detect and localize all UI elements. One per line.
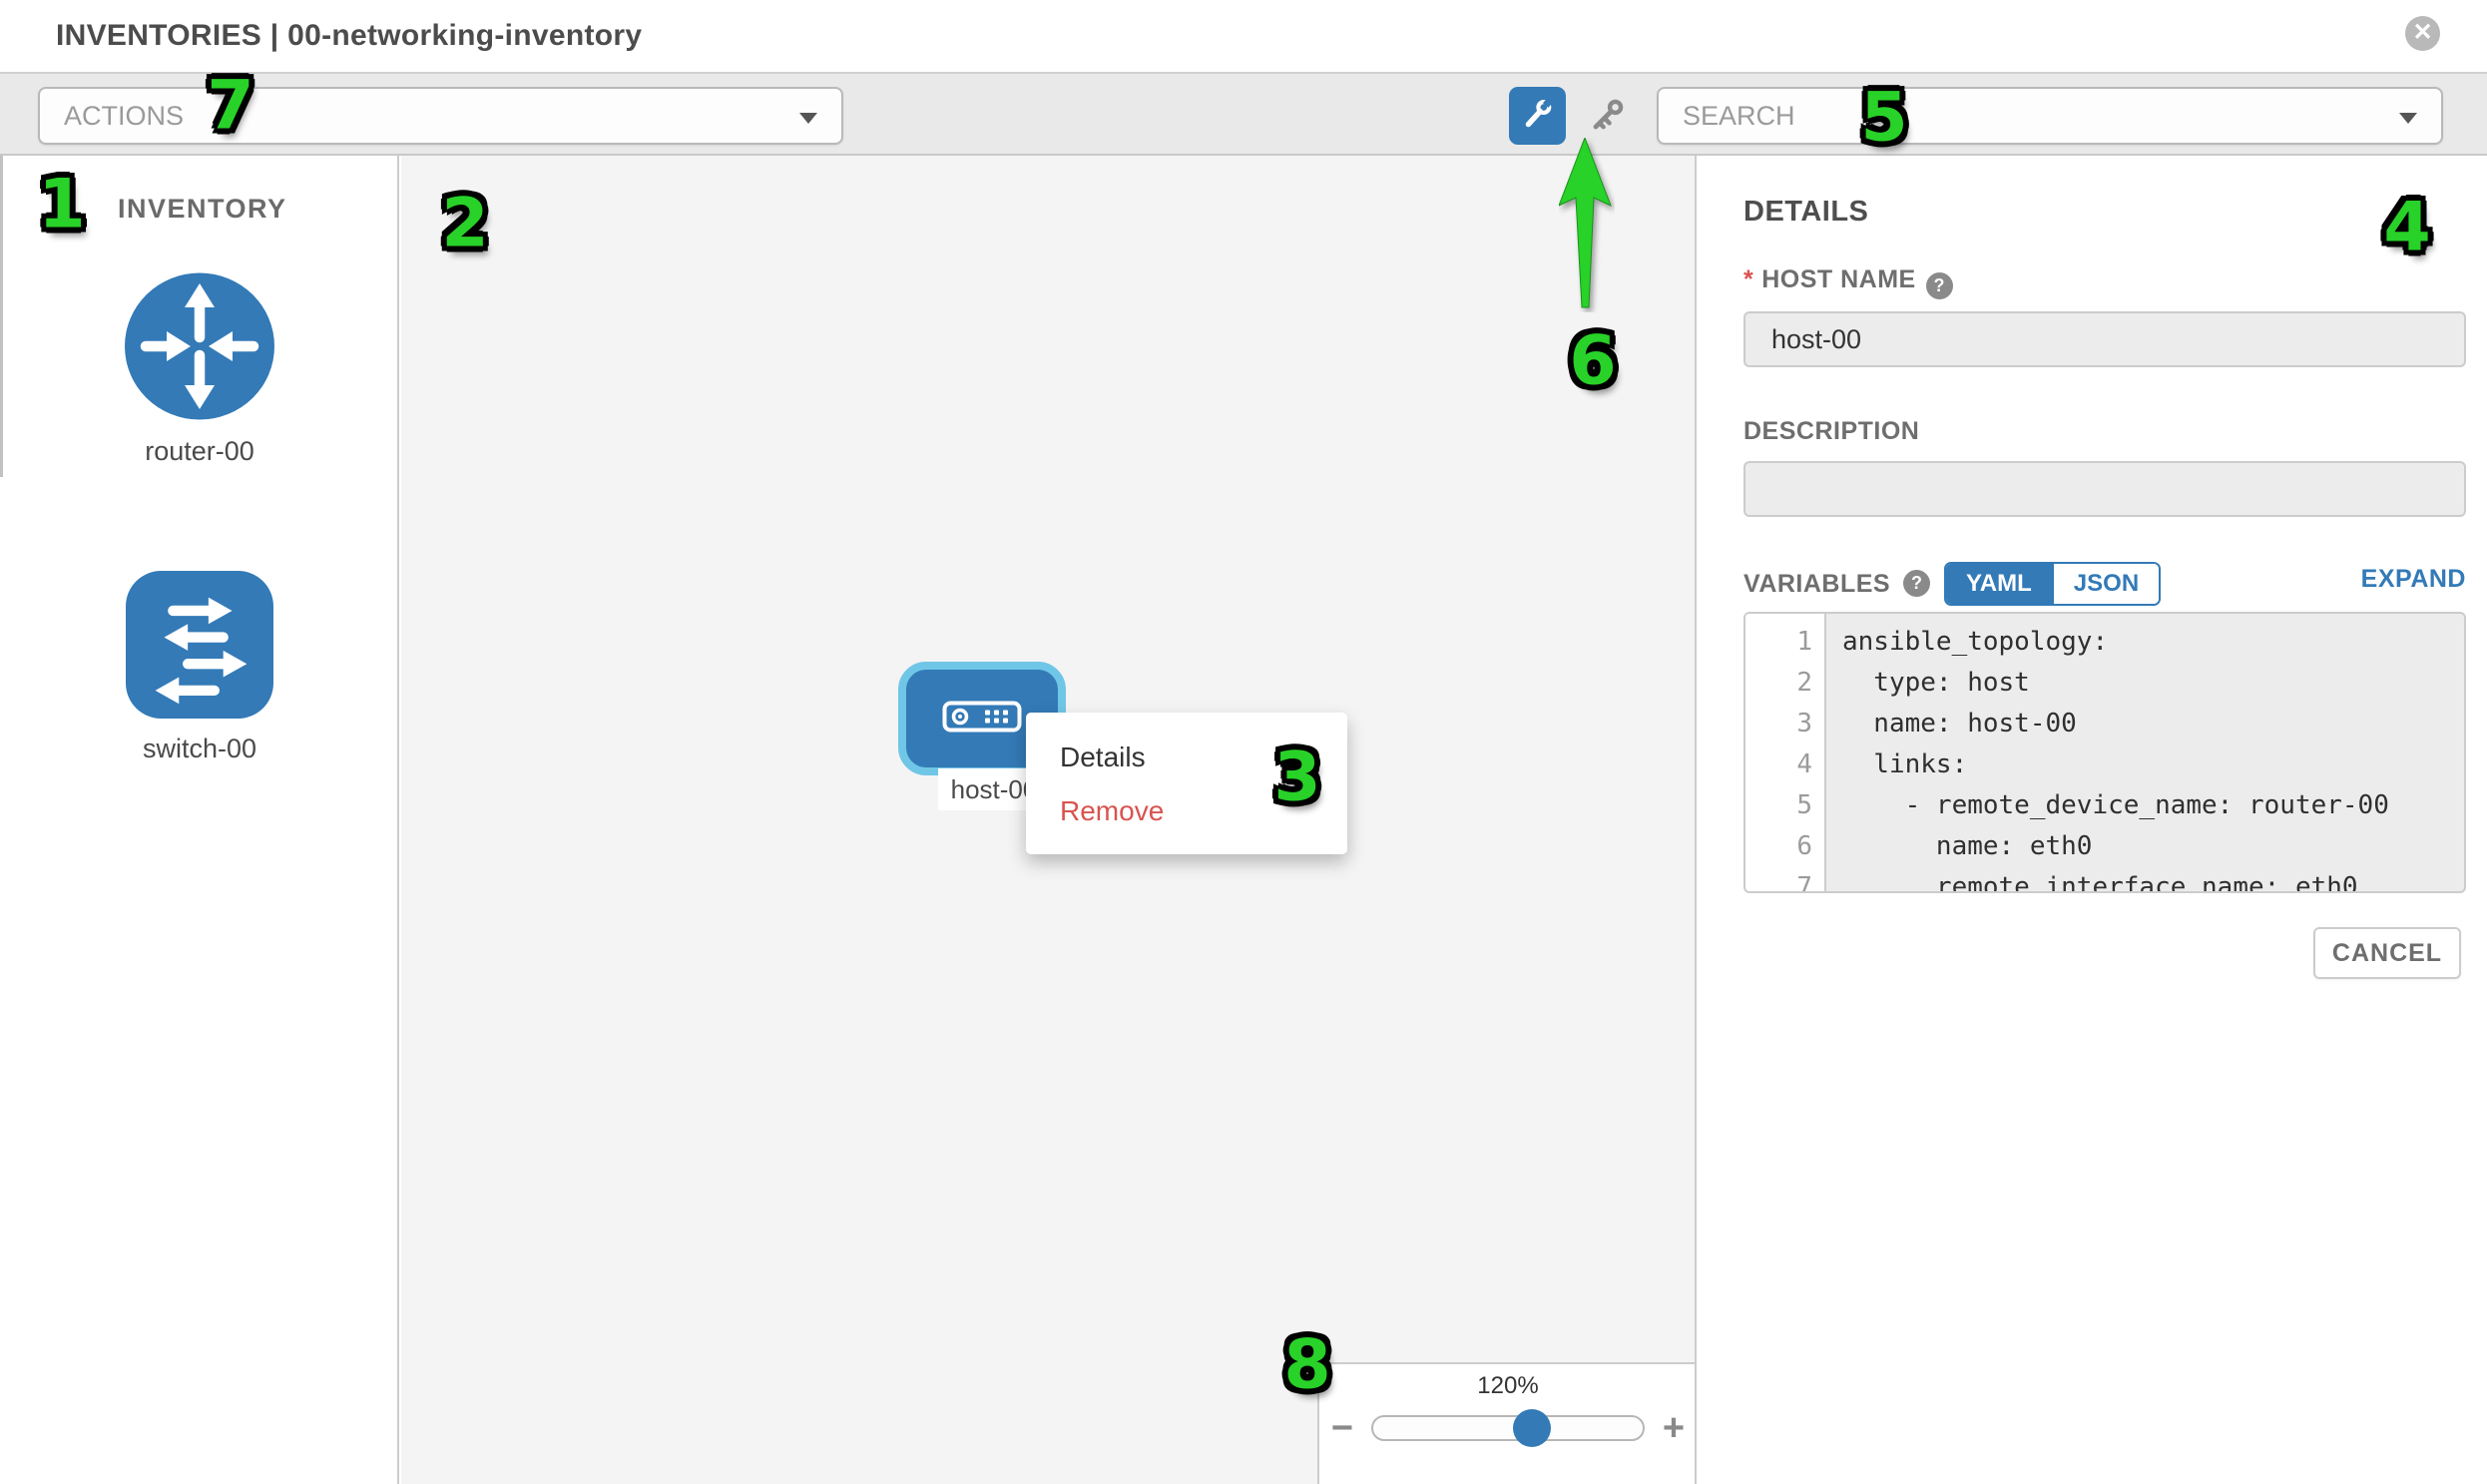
annotation-number-6: 6 [1569, 322, 1616, 401]
line-number: 7 [1745, 867, 1826, 893]
code-line: 4 links: [1745, 744, 2464, 785]
tools-button[interactable] [1509, 87, 1566, 145]
code-line: 5 - remote_device_name: router-00 [1745, 785, 2464, 826]
annotation-number-4: 4 [2383, 189, 2430, 267]
sidebar-item-router[interactable]: router-00 [0, 271, 399, 467]
host-icon [942, 701, 1022, 738]
page-header: INVENTORIES | 00-networking-inventory ✕ [0, 0, 2487, 72]
required-asterisk: * [1743, 265, 1753, 293]
toolbar: ACTIONS [0, 72, 2487, 156]
sidebar-item-switch[interactable]: switch-00 [0, 571, 399, 764]
breadcrumb: INVENTORIES | 00-networking-inventory [56, 0, 642, 72]
line-number: 3 [1745, 704, 1826, 744]
line-text: name: host-00 [1826, 704, 2077, 744]
key-icon [1585, 94, 1629, 143]
line-number: 5 [1745, 785, 1826, 826]
tab-yaml[interactable]: YAML [1946, 564, 2052, 604]
variables-row: VARIABLES ? YAML JSON EXPAND [1743, 567, 2466, 609]
help-icon[interactable]: ? [1926, 272, 1953, 299]
annotation-number-2: 2 [441, 185, 488, 263]
variables-code-editor[interactable]: 1 ansible_topology: 2 type: host 3 name:… [1743, 612, 2466, 893]
host-name-input[interactable] [1743, 311, 2466, 367]
switch-icon [124, 706, 275, 723]
zoom-out-button[interactable]: − [1327, 1408, 1357, 1448]
topology-canvas[interactable]: host-00 Details Remove 120% − + [401, 156, 1697, 1484]
cancel-button[interactable]: CANCEL [2313, 927, 2461, 979]
breadcrumb-separator: | [261, 19, 287, 52]
details-panel-title: DETAILS [1743, 196, 1868, 229]
variables-format-toggle: YAML JSON [1944, 562, 2161, 606]
switch-label: switch-00 [0, 734, 399, 764]
code-line: 1 ansible_topology: [1745, 622, 2464, 663]
breadcrumb-name: 00-networking-inventory [287, 19, 642, 52]
chevron-down-icon [2399, 113, 2417, 124]
code-line: 6 name: eth0 [1745, 826, 2464, 867]
line-text: type: host [1826, 663, 2030, 704]
sidebar-edge-line [0, 156, 3, 477]
wrench-icon [1520, 96, 1556, 137]
annotation-number-3: 3 [1273, 739, 1320, 817]
description-input[interactable] [1743, 461, 2466, 517]
inventory-topology-app: INVENTORIES | 00-networking-inventory ✕ … [0, 0, 2487, 1484]
breadcrumb-section: INVENTORIES [56, 19, 261, 52]
help-icon[interactable]: ? [1903, 570, 1930, 597]
annotation-number-1: 1 [38, 166, 85, 245]
line-number: 2 [1745, 663, 1826, 704]
close-icon[interactable]: ✕ [2405, 16, 2440, 51]
annotation-arrow-up [1559, 138, 1615, 317]
zoom-slider-thumb[interactable] [1513, 1409, 1551, 1447]
router-label: router-00 [0, 436, 399, 467]
code-line: 2 type: host [1745, 663, 2464, 704]
tab-json[interactable]: JSON [2052, 564, 2159, 604]
line-text: - remote_device_name: router-00 [1826, 785, 2389, 826]
code-line: 7 remote_interface_name: eth0 [1745, 867, 2464, 893]
line-text: name: eth0 [1826, 826, 2092, 867]
line-number: 1 [1745, 622, 1826, 663]
details-panel: DETAILS * HOST NAME? DESCRIPTION VARIABLE… [1699, 156, 2487, 1484]
line-text: ansible_topology: [1826, 622, 2108, 663]
router-icon [124, 408, 275, 425]
zoom-level-label: 120% [1319, 1372, 1697, 1400]
line-number: 4 [1745, 744, 1826, 785]
zoom-slider-track[interactable] [1371, 1415, 1645, 1441]
search-dropdown-label: SEARCH [1683, 89, 1795, 143]
credentials-key-button[interactable] [1583, 96, 1631, 140]
actions-dropdown-label: ACTIONS [64, 89, 184, 143]
chevron-down-icon [799, 113, 817, 124]
line-text: links: [1826, 744, 1967, 785]
annotation-number-5: 5 [1860, 79, 1907, 158]
annotation-number-8: 8 [1283, 1326, 1330, 1405]
expand-link[interactable]: EXPAND [2361, 565, 2466, 594]
annotation-number-7: 7 [207, 67, 253, 146]
variables-label: VARIABLES [1743, 570, 1890, 599]
zoom-control-panel: 120% − + [1317, 1362, 1695, 1484]
line-number: 6 [1745, 826, 1826, 867]
description-label: DESCRIPTION [1743, 417, 1919, 446]
actions-dropdown[interactable]: ACTIONS [38, 87, 843, 145]
host-name-label-row: * HOST NAME? [1743, 265, 1953, 299]
code-line: 3 name: host-00 [1745, 704, 2464, 744]
search-dropdown[interactable]: SEARCH [1657, 87, 2443, 145]
line-text: remote_interface_name: eth0 [1826, 867, 2358, 893]
inventory-sidebar: INVENTORY router-00 [0, 156, 399, 1484]
zoom-in-button[interactable]: + [1659, 1408, 1689, 1448]
host-name-label: HOST NAME [1761, 265, 1916, 293]
sidebar-title: INVENTORY [118, 194, 287, 225]
